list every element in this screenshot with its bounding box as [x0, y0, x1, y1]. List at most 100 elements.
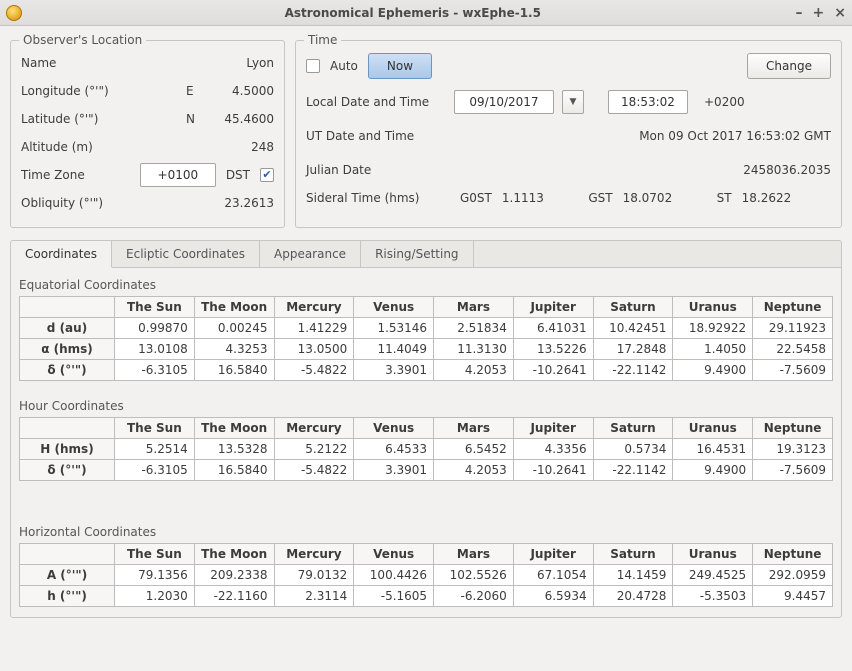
table-cell: 2.51834	[434, 318, 514, 339]
table-row: h (°'")1.2030-22.11602.3114-5.1605-6.206…	[20, 586, 833, 607]
table-row: α (hms)13.01084.325313.050011.404911.313…	[20, 339, 833, 360]
observer-legend: Observer's Location	[19, 33, 146, 47]
tab-bar: Coordinates Ecliptic Coordinates Appeara…	[11, 241, 841, 268]
table-cell: 4.3253	[194, 339, 274, 360]
observer-obliquity-row: Obliquity (°'") 23.2613	[21, 189, 274, 217]
table-cell: 20.4728	[593, 586, 673, 607]
table-cell: 1.2030	[115, 586, 195, 607]
table-row: A (°'")79.1356209.233879.0132100.4426102…	[20, 565, 833, 586]
table-cell: 102.5526	[434, 565, 514, 586]
local-time-input[interactable]: 18:53:02	[608, 90, 688, 114]
table-header: The Sun	[115, 544, 195, 565]
table-cell: -5.3503	[673, 586, 753, 607]
sidereal-time-label: Sideral Time (hms)	[306, 191, 446, 205]
table-cell: 13.0500	[274, 339, 354, 360]
table-cell: -6.3105	[115, 360, 195, 381]
observer-name-label: Name	[21, 56, 186, 70]
table-cell: 10.42451	[593, 318, 673, 339]
tab-appearance[interactable]: Appearance	[260, 241, 361, 267]
observer-latitude-row: Latitude (°'") N 45.4600	[21, 105, 274, 133]
table-cell: 4.2053	[434, 460, 514, 481]
table-header: Uranus	[673, 418, 753, 439]
julian-date-label: Julian Date	[306, 163, 446, 177]
horizontal-table: The SunThe MoonMercuryVenusMarsJupiterSa…	[19, 543, 833, 607]
change-button[interactable]: Change	[747, 53, 831, 79]
table-header: Uranus	[673, 297, 753, 318]
table-cell: 11.4049	[354, 339, 434, 360]
table-cell: -10.2641	[513, 360, 593, 381]
table-cell: 13.5328	[194, 439, 274, 460]
row-header: δ (°'")	[20, 360, 115, 381]
table-header: Venus	[354, 418, 434, 439]
tab-ecliptic[interactable]: Ecliptic Coordinates	[112, 241, 260, 267]
table-row: H (hms)5.251413.53285.21226.45336.54524.…	[20, 439, 833, 460]
table-cell: 6.5452	[434, 439, 514, 460]
st-label: ST	[717, 191, 732, 205]
table-header: The Moon	[194, 297, 274, 318]
auto-label: Auto	[330, 59, 358, 73]
table-header: Neptune	[753, 297, 833, 318]
table-header: Jupiter	[513, 418, 593, 439]
table-cell: -5.1605	[354, 586, 434, 607]
hour-title: Hour Coordinates	[19, 399, 833, 413]
tab-coordinates[interactable]: Coordinates	[11, 241, 112, 268]
local-offset: +0200	[704, 95, 745, 109]
table-cell: 0.00245	[194, 318, 274, 339]
timezone-input[interactable]: +0100	[140, 163, 216, 187]
table-header: Neptune	[753, 418, 833, 439]
observer-longitude-hemisphere: E	[186, 84, 204, 98]
app-icon	[6, 5, 22, 21]
table-cell: 67.1054	[513, 565, 593, 586]
local-datetime-label: Local Date and Time	[306, 95, 446, 109]
g0st-value: 1.1113	[502, 191, 544, 205]
table-header: The Sun	[115, 297, 195, 318]
dst-checkbox[interactable]	[260, 168, 274, 182]
maximize-icon[interactable]: +	[813, 5, 825, 21]
table-cell: 29.11923	[753, 318, 833, 339]
now-button[interactable]: Now	[368, 53, 432, 79]
table-cell: 5.2514	[115, 439, 195, 460]
table-cell: 1.41229	[274, 318, 354, 339]
local-date-input[interactable]: 09/10/2017	[454, 90, 554, 114]
table-cell: 19.3123	[753, 439, 833, 460]
table-header: Mars	[434, 544, 514, 565]
observer-name-row: Name Lyon	[21, 49, 274, 77]
auto-checkbox[interactable]	[306, 59, 320, 73]
date-dropdown-icon[interactable]: ▼	[562, 90, 584, 114]
equatorial-table: The SunThe MoonMercuryVenusMarsJupiterSa…	[19, 296, 833, 381]
tab-rising[interactable]: Rising/Setting	[361, 241, 474, 267]
table-cell: 16.4531	[673, 439, 753, 460]
table-cell: 4.3356	[513, 439, 593, 460]
table-cell: 22.5458	[753, 339, 833, 360]
observer-latitude-hemisphere: N	[186, 112, 204, 126]
table-header: Neptune	[753, 544, 833, 565]
table-cell: -10.2641	[513, 460, 593, 481]
table-row: d (au)0.998700.002451.412291.531462.5183…	[20, 318, 833, 339]
row-header: A (°'")	[20, 565, 115, 586]
table-header: Jupiter	[513, 544, 593, 565]
table-cell: -5.4822	[274, 360, 354, 381]
table-cell: 13.0108	[115, 339, 195, 360]
table-cell: 0.99870	[115, 318, 195, 339]
table-cell: -22.1142	[593, 360, 673, 381]
table-header: Venus	[354, 297, 434, 318]
table-cell: -6.3105	[115, 460, 195, 481]
table-cell: 209.2338	[194, 565, 274, 586]
observer-obliquity-label: Obliquity (°'")	[21, 196, 186, 210]
table-cell: 6.41031	[513, 318, 593, 339]
table-cell: 13.5226	[513, 339, 593, 360]
window-title: Astronomical Ephemeris - wxEphe-1.5	[30, 6, 796, 20]
table-header: Saturn	[593, 544, 673, 565]
minimize-icon[interactable]: –	[796, 5, 803, 21]
table-cell: -7.5609	[753, 360, 833, 381]
table-cell: 79.0132	[274, 565, 354, 586]
st-value: 18.2622	[742, 191, 792, 205]
table-cell: 4.2053	[434, 360, 514, 381]
table-header: Saturn	[593, 418, 673, 439]
table-cell: 18.92922	[673, 318, 753, 339]
tab-body: Equatorial Coordinates The SunThe MoonMe…	[11, 268, 841, 617]
table-cell: 79.1356	[115, 565, 195, 586]
close-icon[interactable]: ×	[834, 5, 846, 21]
table-cell: -6.2060	[434, 586, 514, 607]
time-group: Time Auto Now Change Local Date and Time…	[295, 40, 842, 228]
